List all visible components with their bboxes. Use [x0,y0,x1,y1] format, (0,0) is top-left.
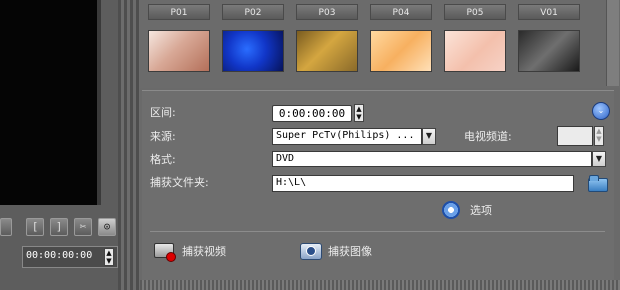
chevron-down-icon: ▼ [595,154,603,163]
format-dropdown-button[interactable]: ▼ [592,151,606,167]
thumbnail-p02[interactable] [222,30,284,72]
vertical-splitter[interactable] [118,0,140,290]
browse-folder-button[interactable] [586,173,608,193]
source-label: 来源: [150,130,176,143]
cut-clip-button[interactable]: ✂ [74,218,92,236]
mark-out-button[interactable]: ] [50,218,68,236]
thumbnail-label: P03 [296,4,358,20]
horizontal-splitter[interactable] [140,280,620,290]
thumbnail-label: P01 [148,4,210,20]
capture-folder-value: H:\L\ [276,177,307,188]
camera-icon [300,243,322,260]
source-dropdown-button[interactable]: ▼ [422,128,436,145]
left-timecode-value: 00:00:00:00 [26,250,93,261]
capture-image-label: 捕获图像 [328,245,372,258]
gear-icon [442,201,460,219]
capture-folder-field[interactable]: H:\L\ [272,175,574,192]
scissors-icon: ✂ [79,220,87,233]
thumbnail-p03[interactable] [296,30,358,72]
duration-value: 0:00:00:00 [278,107,346,120]
tv-channel-stepper[interactable]: ▲ ▼ [594,126,604,146]
folder-tab-icon [589,175,599,181]
thumbnail-p04[interactable] [370,30,432,72]
format-label: 格式: [150,153,176,166]
capture-image-button[interactable]: 捕获图像 [298,240,388,262]
thumbnail-p01[interactable] [148,30,210,72]
options-button[interactable]: 选项 [440,199,500,221]
section-divider [150,231,605,232]
record-dot-icon [166,252,176,262]
capture-video-label: 捕获视频 [182,245,226,258]
tv-channel-label: 电视频道: [464,130,512,143]
format-value: DVD [276,153,295,164]
source-value: Super PcTv(Philips) ... [276,130,415,141]
thumbnail-p05[interactable] [444,30,506,72]
options-label: 选项 [470,204,492,217]
left-partial-button[interactable] [0,218,12,236]
camera-icon: ⊙ [103,220,111,233]
thumbnail-label: P02 [222,4,284,20]
thumbnail-v01[interactable] [518,30,580,72]
mark-in-button[interactable]: [ [26,218,44,236]
capture-folder-label: 捕获文件夹: [150,176,209,189]
thumbnail-label: P04 [370,4,432,20]
capture-video-button[interactable]: 捕获视频 [152,240,242,262]
duration-stepper[interactable]: ▲ ▼ [354,104,364,122]
mark-in-label: [ [31,220,39,233]
expand-collapse-button[interactable]: ⌄ [592,102,610,120]
format-select[interactable]: DVD [272,151,592,167]
thumbnail-label: P05 [444,4,506,20]
snapshot-button[interactable]: ⊙ [98,218,116,236]
left-timecode-stepper[interactable]: ▲ ▼ [104,248,114,266]
tv-channel-field[interactable] [557,126,593,146]
preview-border [97,0,101,205]
chevron-down-icon: ▼ [425,131,433,140]
thumbnail-label: V01 [518,4,580,20]
duration-field[interactable]: 0:00:00:00 [272,105,352,122]
mark-out-label: ] [55,220,63,233]
video-preview-window [0,0,97,205]
duration-label: 区间: [150,106,176,119]
source-select[interactable]: Super PcTv(Philips) ... [272,128,422,145]
double-chevron-down-icon: ⌄ [597,106,605,115]
library-scrollbar[interactable] [606,0,619,86]
